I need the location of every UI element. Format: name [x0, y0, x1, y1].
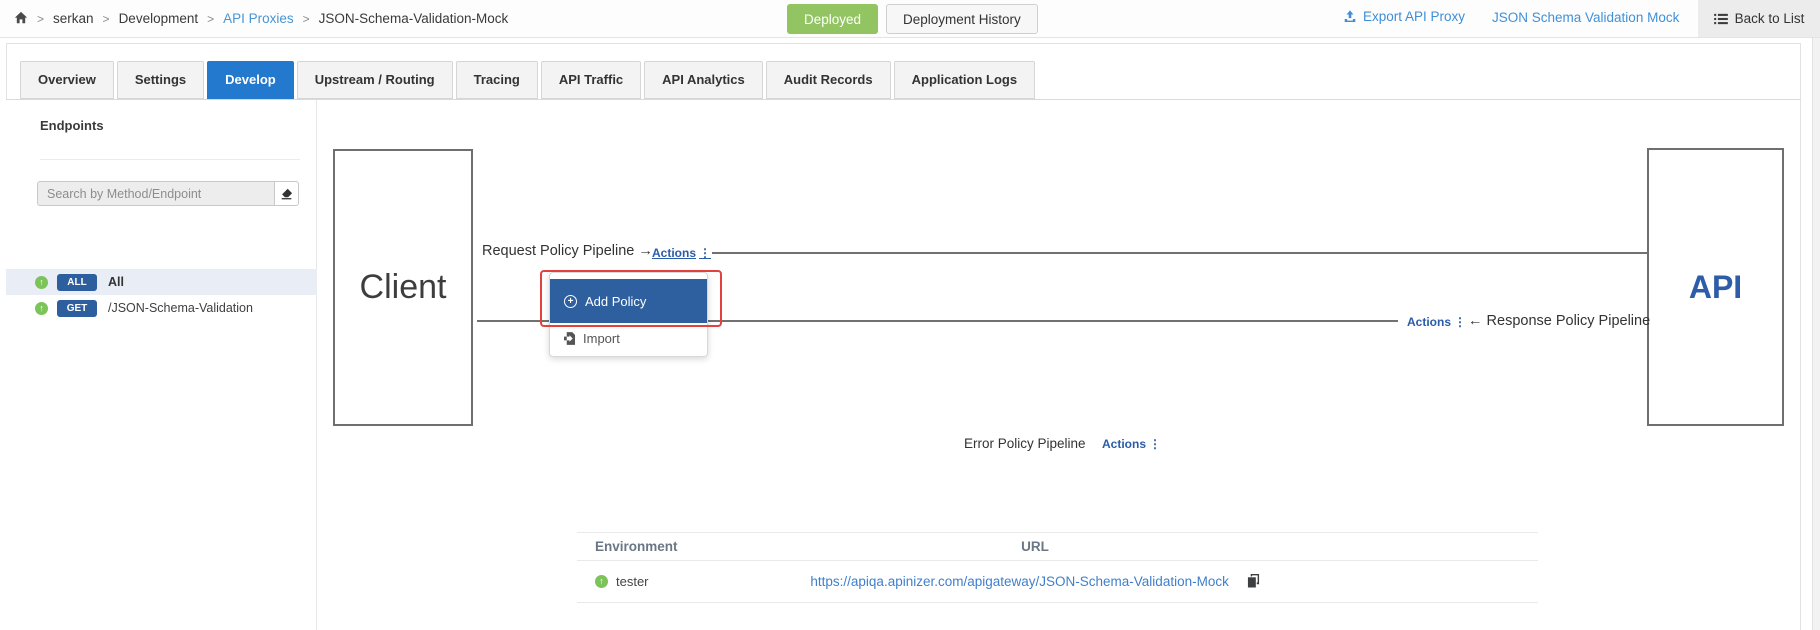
environment-name: tester	[616, 574, 649, 589]
endpoint-row-all[interactable]: ↑ ALL All	[6, 269, 317, 295]
sidebar-divider	[40, 159, 300, 160]
home-icon[interactable]	[14, 11, 28, 25]
actions-label: Actions	[1102, 437, 1146, 451]
actions-label: Actions	[652, 246, 696, 260]
column-header-url: URL	[792, 533, 1278, 561]
breadcrumb-separator: >	[207, 12, 214, 26]
endpoints-title: Endpoints	[40, 118, 104, 133]
import-menu-item[interactable]: Import	[550, 323, 707, 353]
eraser-icon	[280, 188, 293, 200]
table-header-row: Environment URL	[577, 533, 1538, 561]
error-pipeline-actions-link[interactable]: Actions⋮	[1102, 437, 1161, 451]
tab-application-logs[interactable]: Application Logs	[894, 61, 1035, 99]
breadcrumb-separator: >	[303, 12, 310, 26]
copy-icon[interactable]	[1247, 574, 1260, 588]
endpoint-row-json-schema-validation[interactable]: ↑ GET /JSON-Schema-Validation	[6, 295, 317, 321]
method-badge-get: GET	[57, 300, 97, 317]
up-arrow-circle-icon: ↑	[35, 276, 48, 289]
deployed-status-button[interactable]: Deployed	[787, 4, 878, 34]
top-bar: > serkan > Development > API Proxies > J…	[0, 0, 1820, 38]
column-header-environment: Environment	[577, 533, 792, 561]
endpoints-sidebar: Endpoints ↑ ALL All ↑ GET /JSON-Schema-V…	[6, 100, 317, 630]
tab-upstream-routing[interactable]: Upstream / Routing	[297, 61, 453, 99]
client-node-label: Client	[360, 268, 447, 307]
breadcrumb-separator: >	[103, 12, 110, 26]
breadcrumb: > serkan > Development > API Proxies > J…	[14, 0, 508, 37]
back-to-list-button[interactable]: Back to List	[1698, 0, 1820, 37]
tab-tracing[interactable]: Tracing	[456, 61, 538, 99]
tab-api-analytics[interactable]: API Analytics	[644, 61, 763, 99]
tab-api-traffic[interactable]: API Traffic	[541, 61, 641, 99]
export-api-proxy-label: Export API Proxy	[1363, 9, 1465, 24]
up-arrow-circle-icon: ↑	[595, 575, 608, 588]
breadcrumb-item-environment: Development	[119, 11, 199, 26]
tab-settings[interactable]: Settings	[117, 61, 204, 99]
tab-content-divider	[6, 99, 1801, 100]
plus-circle-icon: +	[564, 295, 577, 308]
response-pipeline-label: ← Response Policy Pipeline	[1468, 313, 1650, 329]
actions-label: Actions	[1407, 315, 1451, 329]
back-to-list-label: Back to List	[1735, 11, 1805, 26]
error-pipeline-label: Error Policy Pipeline	[964, 436, 1086, 451]
tab-bar: Overview Settings Develop Upstream / Rou…	[20, 61, 1035, 99]
gateway-url-link[interactable]: https://apiqa.apinizer.com/apigateway/JS…	[810, 574, 1228, 589]
endpoint-search	[37, 181, 299, 206]
api-proxy-develop-screen: > serkan > Development > API Proxies > J…	[0, 0, 1820, 630]
vertical-scrollbar[interactable]	[1812, 38, 1820, 630]
column-header-spacer	[1278, 533, 1538, 561]
tab-overview[interactable]: Overview	[20, 61, 114, 99]
api-node: API	[1647, 148, 1784, 426]
list-icon	[1714, 13, 1728, 25]
client-node: Client	[333, 149, 473, 426]
request-pipeline-actions-link[interactable]: Actions⋮	[652, 246, 711, 260]
file-import-icon	[564, 332, 575, 345]
breadcrumb-separator: >	[37, 12, 44, 26]
endpoint-label: /JSON-Schema-Validation	[108, 301, 253, 315]
tab-audit-records[interactable]: Audit Records	[766, 61, 891, 99]
deployment-history-button[interactable]: Deployment History	[886, 4, 1038, 34]
breadcrumb-link-api-proxies[interactable]: API Proxies	[223, 11, 294, 26]
kebab-dots-icon: ⋮	[1454, 315, 1466, 329]
search-clear-button[interactable]	[274, 181, 299, 206]
method-badge-all: ALL	[57, 274, 97, 291]
tab-develop[interactable]: Develop	[207, 61, 294, 99]
up-arrow-circle-icon: ↑	[35, 302, 48, 315]
kebab-dots-icon: ⋮	[1149, 437, 1161, 451]
import-label: Import	[583, 331, 620, 346]
add-policy-menu-item[interactable]: + Add Policy	[550, 279, 707, 323]
proxy-name-link[interactable]: JSON Schema Validation Mock	[1492, 10, 1679, 25]
request-pipeline-line	[712, 252, 1647, 254]
endpoint-search-input[interactable]	[37, 181, 274, 206]
upload-icon	[1343, 10, 1357, 23]
table-row: ↑ tester https://apiqa.apinizer.com/apig…	[577, 561, 1538, 603]
kebab-dots-icon: ⋮	[699, 246, 711, 260]
add-policy-label: Add Policy	[585, 294, 646, 309]
export-api-proxy-link[interactable]: Export API Proxy	[1343, 9, 1465, 24]
actions-dropdown-menu: + Add Policy Import	[549, 272, 708, 357]
request-pipeline-label: Request Policy Pipeline →	[482, 243, 653, 259]
endpoint-label: All	[108, 275, 124, 289]
response-pipeline-actions-link[interactable]: Actions⋮	[1407, 315, 1466, 329]
api-node-label: API	[1689, 269, 1742, 306]
environments-table: Environment URL ↑ tester https://apiqa.a…	[577, 532, 1538, 603]
breadcrumb-item-workspace: serkan	[53, 11, 94, 26]
breadcrumb-item-proxy-name: JSON-Schema-Validation-Mock	[319, 11, 509, 26]
